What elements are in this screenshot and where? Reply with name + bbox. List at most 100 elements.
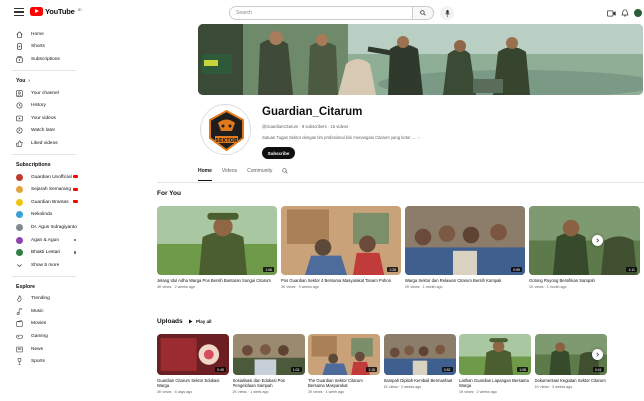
video-title[interactable]: Latihan Guardian Lapangan Bersama Warga: [459, 378, 531, 388]
sidebar-item-your-channel[interactable]: Your channel: [0, 87, 86, 100]
video-card[interactable]: 1:02 Sosialisasi dan Edukasi Pos Pengelol…: [232, 334, 305, 394]
sidebar-item-liked-videos[interactable]: Liked videos: [0, 137, 86, 150]
video-meta: 1K views · 2 weeks ago: [383, 385, 422, 390]
sidebar-item-label: Movies: [31, 321, 47, 327]
video-title[interactable]: Sosialisasi dan Edukasi Pos Pengelolaan …: [233, 378, 305, 388]
video-thumbnail[interactable]: 1:06: [157, 206, 277, 275]
video-title[interactable]: Dokumentasi Kegiatan Sektor Citarum: [535, 378, 607, 383]
sidebar-item-watch-later[interactable]: Watch later: [0, 125, 86, 138]
search-input[interactable]: Search: [229, 6, 413, 20]
sidebar-item-shorts[interactable]: Shorts: [0, 41, 86, 54]
video-card[interactable]: 1:11 Gotong Royong Bersihkan Sampah 1K vie…: [529, 206, 640, 289]
youtube-play-icon: [30, 7, 43, 16]
video-duration: 0:45: [215, 367, 226, 372]
channel-search-button[interactable]: [282, 168, 289, 181]
sidebar-item-subscription[interactable]: Guardian Unofficial: [0, 171, 86, 184]
sidebar-item-movies[interactable]: Movies: [0, 318, 86, 331]
video-thumbnail[interactable]: 0:45: [157, 334, 229, 375]
sidebar-item-trending[interactable]: Trending: [0, 293, 86, 306]
video-thumbnail[interactable]: 1:08: [459, 334, 531, 375]
thumb-up-icon: [16, 140, 23, 147]
play-all-label: Play all: [196, 319, 212, 324]
sidebar-item-subscription[interactable]: Nekolindo: [0, 209, 86, 222]
live-indicator-icon: [73, 187, 78, 191]
account-avatar[interactable]: [633, 9, 643, 17]
home-icon: [16, 31, 23, 38]
chevron-right-icon: [596, 238, 600, 243]
new-content-dot-icon: [73, 251, 76, 254]
sidebar-heading-you[interactable]: You ›: [0, 75, 86, 87]
sidebar-item-label: Home: [31, 31, 44, 37]
video-thumbnail[interactable]: 0:52: [383, 334, 456, 375]
sidebar-item-sports[interactable]: Sports: [0, 355, 86, 368]
search-button[interactable]: [413, 6, 434, 20]
play-all-button[interactable]: Play all: [188, 319, 212, 324]
sidebar-item-home[interactable]: Home: [0, 28, 86, 41]
sidebar-item-label: Trending: [31, 296, 50, 302]
video-duration: 1:06: [263, 267, 274, 272]
video-card[interactable]: 0:52 Sampah Dipilah Kembali Bermanfaat 1K …: [383, 334, 456, 390]
video-thumbnail[interactable]: 1:11: [529, 206, 640, 275]
sidebar-item-subscription[interactable]: Sejarah Semarang: [0, 183, 86, 196]
tab-videos[interactable]: Videos: [222, 168, 237, 181]
subscribe-button[interactable]: Subscribe: [262, 147, 295, 159]
video-title[interactable]: Gotong Royong Bersihkan Sampah: [529, 278, 640, 283]
sidebar-item-your-videos[interactable]: Your videos: [0, 112, 86, 125]
sidebar-item-subscription[interactable]: Dr. Agus Indragiyanto: [0, 221, 86, 234]
mic-icon: [444, 9, 450, 17]
movies-icon: [16, 320, 23, 328]
video-duration: 0:59: [511, 267, 522, 272]
bell-icon: [621, 9, 629, 17]
video-card[interactable]: 1:06 Jelang Idul Adha Warga Pos Bersih Ba…: [157, 206, 277, 289]
create-button[interactable]: [606, 9, 616, 17]
video-title[interactable]: Guardian Citarum Sektor Edukasi Warga: [157, 378, 229, 388]
video-title[interactable]: Sampah Dipilah Kembali Bermanfaat: [384, 378, 456, 383]
voice-search-button[interactable]: [440, 6, 454, 20]
sidebar-item-subscription[interactable]: Guardian Brantas: [0, 196, 86, 209]
youtube-logo[interactable]: YouTube ID: [30, 7, 82, 16]
menu-icon[interactable]: [14, 8, 24, 16]
video-card[interactable]: 1:08 Latihan Guardian Lapangan Bersama Wa…: [459, 334, 531, 394]
sidebar-item-news[interactable]: News: [0, 343, 86, 356]
video-title[interactable]: Warga Sektor dan Relawan Citarum Bersih …: [405, 278, 525, 283]
video-thumbnail[interactable]: 0:59: [405, 206, 525, 275]
sidebar-item-label: Subscriptions: [31, 56, 60, 62]
video-title[interactable]: The Guardian Sektor Citarum Bersama Masy…: [308, 378, 380, 388]
sidebar-item-subscriptions[interactable]: Subscriptions: [0, 53, 86, 66]
sidebar-item-label: Show 5 more: [31, 262, 60, 268]
sidebar-item-label: Sports: [31, 359, 45, 365]
sidebar-heading-explore: Explore: [16, 283, 36, 290]
next-arrow-button[interactable]: [592, 349, 603, 360]
video-thumbnail[interactable]: 1:15: [308, 334, 380, 375]
video-card[interactable]: 0:59 Warga Sektor dan Relawan Citarum Ber…: [405, 206, 525, 289]
video-card[interactable]: 1:15 The Guardian Sektor Citarum Bersama …: [308, 334, 380, 394]
video-thumbnail[interactable]: 1:28: [281, 206, 401, 275]
sidebar-item-subscription[interactable]: Bhakti Lestari: [0, 246, 86, 259]
tab-community[interactable]: Community: [247, 168, 272, 181]
video-thumbnail[interactable]: 1:02: [232, 334, 305, 375]
next-arrow-button[interactable]: [592, 235, 603, 246]
video-title[interactable]: Pos Guardian Sektor 4 Bersama Masyarakat…: [281, 278, 401, 283]
sidebar-item-music[interactable]: Music: [0, 305, 86, 318]
video-card[interactable]: 0:41 Dokumentasi Kegiatan Sektor Citarum 1…: [534, 334, 607, 390]
history-icon: [16, 102, 23, 109]
sidebar-item-history[interactable]: History: [0, 99, 86, 112]
video-title[interactable]: Jelang Idul Adha Warga Pos Bersih Bantar…: [157, 278, 277, 283]
video-card[interactable]: 0:45 Guardian Citarum Sektor Edukasi Warg…: [157, 334, 229, 394]
banner-image: [198, 24, 643, 95]
sidebar-item-show-more[interactable]: Show 5 more: [0, 259, 86, 272]
video-meta: 1K views · 3 weeks ago: [534, 385, 573, 390]
sidebar-item-subscription[interactable]: Agan & Agun: [0, 234, 86, 247]
video-card[interactable]: 1:28 Pos Guardian Sektor 4 Bersama Masyar…: [281, 206, 401, 289]
avatar: [16, 236, 23, 244]
sidebar-item-gaming[interactable]: Gaming: [0, 330, 86, 343]
notifications-button[interactable]: [620, 9, 630, 17]
tab-home[interactable]: Home: [198, 168, 212, 181]
channel-description[interactable]: Satuan Tugas Sektor dengan tim profesion…: [262, 135, 420, 140]
sidebar-item-label: Watch later: [31, 128, 56, 134]
channel-tabs: Home Videos Community: [198, 168, 644, 181]
top-bar: YouTube ID Search: [0, 0, 644, 24]
channel-avatar[interactable]: SEKTOR: [200, 104, 251, 155]
chevron-down-icon: [16, 262, 23, 269]
sidebar-item-label: Shorts: [31, 44, 45, 50]
